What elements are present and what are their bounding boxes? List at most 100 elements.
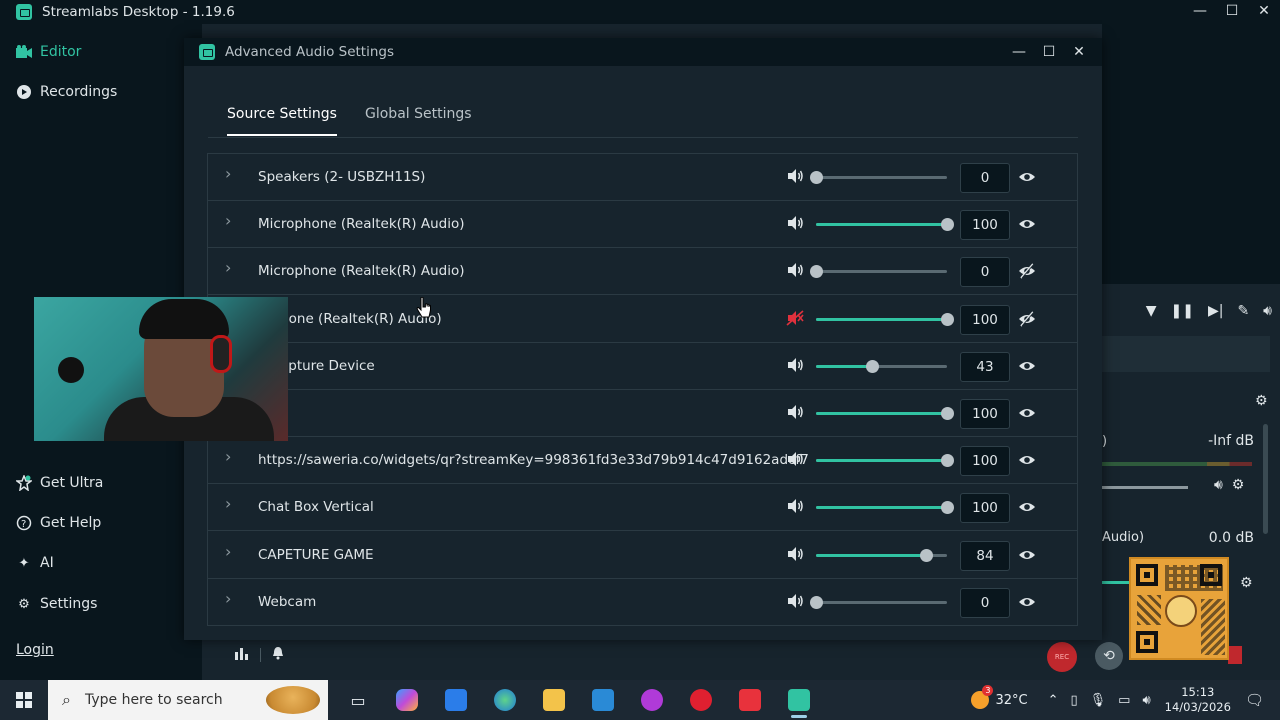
sidebar-item-editor[interactable]: Editor: [16, 44, 81, 60]
eye-off-icon[interactable]: [1018, 262, 1036, 280]
rec-button[interactable]: REC: [1047, 642, 1077, 672]
volume-input[interactable]: 0: [960, 257, 1010, 288]
volume-input[interactable]: 100: [960, 399, 1010, 429]
volume-slider[interactable]: [810, 171, 947, 184]
volume-input[interactable]: 100: [960, 304, 1010, 335]
volume-slider[interactable]: [816, 312, 954, 326]
volume-slider[interactable]: [816, 548, 947, 562]
tablet-icon[interactable]: ▯: [1070, 693, 1077, 708]
file-explorer-icon[interactable]: [536, 680, 572, 720]
volume-slider-handle[interactable]: [941, 407, 954, 420]
volume-slider[interactable]: [816, 359, 947, 373]
chevron-right-icon[interactable]: ›: [225, 164, 231, 183]
chevron-right-icon[interactable]: ›: [225, 542, 231, 561]
volume-input[interactable]: 0: [960, 587, 1010, 618]
volume-slider-handle[interactable]: [866, 359, 880, 373]
sidebar-item-get-ultra[interactable]: Get Ultra: [16, 475, 103, 491]
skip-icon[interactable]: ▶|: [1208, 303, 1223, 319]
chevron-right-icon[interactable]: ›: [225, 447, 231, 466]
eye-icon[interactable]: [1018, 593, 1036, 611]
speaker-icon[interactable]: [786, 214, 804, 232]
tab-global-settings[interactable]: Global Settings: [365, 106, 472, 134]
microphone-icon[interactable]: 🎙︎: [1090, 693, 1107, 708]
speaker-icon[interactable]: [786, 167, 804, 185]
volume-slider[interactable]: [816, 454, 954, 468]
volume-slider[interactable]: [810, 595, 947, 609]
filter-icon[interactable]: ▼: [1146, 303, 1157, 319]
volume-slider-handle[interactable]: [941, 501, 954, 515]
chevron-right-icon[interactable]: ›: [225, 211, 231, 230]
eye-icon[interactable]: [1018, 498, 1036, 516]
network-icon[interactable]: ▭: [1118, 693, 1130, 708]
volume-slider-handle[interactable]: [810, 265, 823, 279]
edge-icon[interactable]: [487, 680, 523, 720]
taskbar-search-box[interactable]: ⌕ Type here to search: [48, 680, 328, 720]
copilot-icon[interactable]: [389, 680, 425, 720]
eye-icon[interactable]: [1018, 546, 1036, 564]
speaker-muted-icon[interactable]: [786, 309, 804, 327]
volume-input[interactable]: 100: [960, 446, 1010, 477]
pause-icon[interactable]: ❚❚: [1170, 303, 1193, 319]
clock[interactable]: 15:13 14/03/2026: [1165, 685, 1231, 715]
maximize-button[interactable]: ☐: [1216, 0, 1248, 24]
app-red-icon[interactable]: [683, 680, 719, 720]
gear-icon[interactable]: ⚙: [1232, 477, 1245, 493]
mixer-volume-slider[interactable]: [1102, 486, 1188, 489]
sidebar-item-ai[interactable]: ✦ AI: [16, 555, 54, 571]
weather-widget[interactable]: 3 32°C: [971, 685, 1028, 709]
volume-input[interactable]: 100: [960, 210, 1010, 241]
chevron-up-icon[interactable]: ⌃: [1048, 693, 1059, 708]
volume-icon[interactable]: 🔊︎: [1263, 303, 1272, 319]
store-icon[interactable]: [438, 680, 474, 720]
volume-slider-handle[interactable]: [810, 595, 823, 609]
volume-slider-handle[interactable]: [941, 218, 954, 232]
task-view-icon[interactable]: ▭: [340, 680, 376, 720]
chevron-right-icon[interactable]: ›: [225, 258, 231, 277]
minimize-button[interactable]: —: [1184, 0, 1216, 24]
eye-icon[interactable]: [1018, 404, 1036, 422]
speaker-icon[interactable]: [786, 450, 804, 468]
dialog-maximize-button[interactable]: ☐: [1034, 44, 1064, 60]
speaker-icon[interactable]: [786, 545, 804, 563]
stats-icon[interactable]: [234, 646, 250, 664]
sidebar-item-get-help[interactable]: ? Get Help: [16, 515, 101, 531]
eye-icon[interactable]: [1018, 215, 1036, 233]
speaker-icon[interactable]: [786, 592, 804, 610]
gear-icon[interactable]: ⚙: [1240, 575, 1253, 591]
start-button[interactable]: [0, 680, 48, 720]
mixer-gear-icon[interactable]: ⚙: [1255, 393, 1268, 409]
chevron-right-icon[interactable]: ›: [225, 494, 231, 513]
streamlabs-taskbar-icon[interactable]: [781, 680, 817, 720]
volume-input[interactable]: 43: [960, 351, 1010, 382]
speaker-icon[interactable]: 🔊︎: [1214, 477, 1223, 493]
speaker-icon[interactable]: [786, 261, 804, 279]
volume-input[interactable]: 0: [960, 163, 1010, 193]
chevron-right-icon[interactable]: ›: [225, 589, 231, 608]
volume-slider[interactable]: [816, 407, 954, 420]
volume-slider[interactable]: [816, 501, 954, 515]
replay-buffer-button[interactable]: ⟲: [1095, 642, 1123, 670]
eye-off-icon[interactable]: [1018, 310, 1036, 328]
bell-icon[interactable]: [271, 646, 285, 664]
dialog-minimize-button[interactable]: —: [1004, 44, 1034, 60]
dialog-close-button[interactable]: ✕: [1064, 44, 1094, 60]
volume-slider[interactable]: [810, 265, 947, 279]
outlook-icon[interactable]: [585, 680, 621, 720]
eye-icon[interactable]: [1018, 168, 1036, 186]
volume-input[interactable]: 84: [960, 540, 1010, 571]
notification-icon[interactable]: 🗨︎: [1245, 691, 1264, 709]
volume-slider-handle[interactable]: [810, 171, 823, 184]
close-button[interactable]: ✕: [1248, 0, 1280, 24]
messenger-icon[interactable]: [634, 680, 670, 720]
volume-slider-handle[interactable]: [920, 548, 934, 562]
tab-source-settings[interactable]: Source Settings: [227, 106, 337, 136]
speaker-icon[interactable]: [786, 497, 804, 515]
app-red-square-icon[interactable]: [732, 680, 768, 720]
eye-icon[interactable]: [1018, 357, 1036, 375]
volume-input[interactable]: 100: [960, 493, 1010, 524]
speaker-icon[interactable]: [786, 356, 804, 374]
volume-slider-handle[interactable]: [941, 454, 954, 468]
mute-all-icon[interactable]: ✎: [1237, 303, 1249, 319]
volume-slider-handle[interactable]: [941, 312, 954, 326]
sidebar-item-recordings[interactable]: Recordings: [16, 84, 117, 100]
